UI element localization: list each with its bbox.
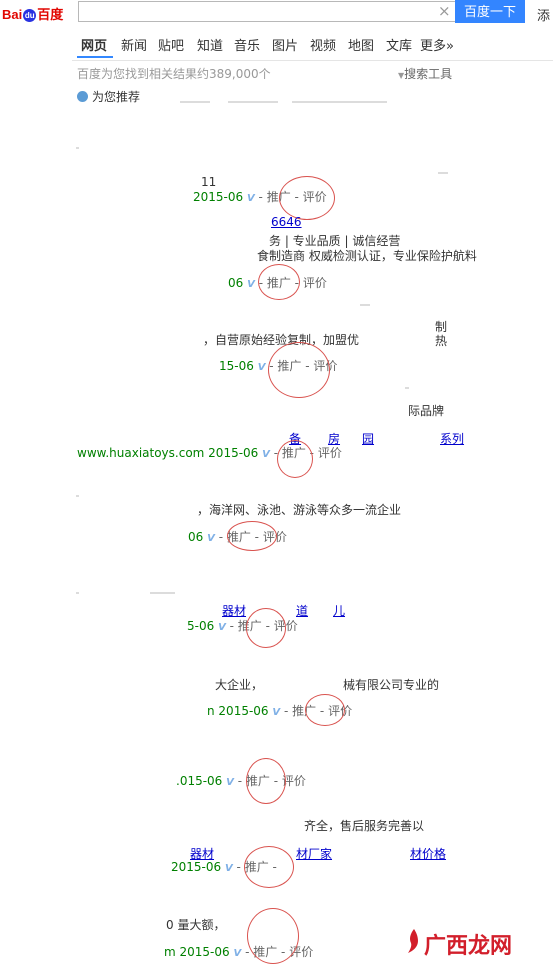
add-link[interactable]: 添 (537, 5, 550, 24)
result-fragment: 械有限公司专业的 (343, 678, 440, 692)
v-badge-icon: V (272, 707, 281, 718)
search-button[interactable]: 百度一下 (455, 0, 525, 23)
tab-music[interactable]: 音乐 (234, 35, 260, 54)
scrap-line (150, 592, 175, 594)
tab-map[interactable]: 地图 (348, 35, 374, 54)
result-date: .015-06 (176, 774, 223, 788)
result-date: 06 (228, 276, 244, 290)
tab-images[interactable]: 图片 (272, 35, 298, 54)
search-tools-label: 搜索工具 (404, 67, 453, 81)
result-fragment: 大企业， (215, 678, 264, 692)
logo-text-baidu: 百度 (37, 7, 64, 22)
tab-web[interactable]: 网页 (81, 35, 107, 54)
result-date: 15-06 (219, 359, 254, 373)
scrap-line (360, 304, 370, 306)
tab-news[interactable]: 新闻 (121, 35, 147, 54)
scrap-line (180, 101, 210, 103)
v-badge-icon: V (226, 777, 234, 788)
highlight-circle (247, 908, 299, 964)
highlight-circle (305, 694, 345, 726)
result-fragment: 0 量大额， (166, 918, 226, 932)
result-date: 2015-06 (193, 190, 244, 204)
tab-video[interactable]: 视频 (310, 35, 336, 54)
scrap-line (76, 147, 79, 149)
v-badge-icon: V (262, 449, 270, 460)
scrap-line (76, 495, 79, 497)
tab-zhidao[interactable]: 知道 (197, 35, 223, 54)
scrap-line (228, 101, 278, 103)
tab-more[interactable]: 更多» (420, 35, 454, 54)
scrap-line (438, 172, 448, 174)
v-badge-icon: V (247, 279, 255, 290)
highlight-circle (246, 758, 286, 804)
logo-text-bai: Bai (2, 7, 23, 22)
result-date: n 2015-06 (207, 704, 269, 718)
v-badge-icon: V (257, 362, 266, 373)
highlight-circle (258, 264, 300, 300)
highlight-circle (268, 342, 330, 398)
tab-tieba[interactable]: 贴吧 (158, 35, 184, 54)
result-fragment: ，海洋网、泳池、游泳等众多一流企业 (197, 503, 402, 517)
clear-icon[interactable]: × (438, 3, 451, 20)
result-date: 06 (188, 530, 204, 544)
baidu-logo[interactable]: Bai du 百度 (2, 4, 63, 23)
result-date: m 2015-06 (164, 945, 230, 959)
scrap-line (292, 101, 387, 103)
highlight-circle (277, 440, 313, 478)
result-meta: .015-06 V - 推广 - 评价 (176, 772, 306, 789)
watermark: 广西龙网 (424, 934, 513, 959)
highlight-circle (227, 521, 277, 551)
result-count: 百度为您找到相关结果约389,000个 (77, 67, 271, 81)
result-fragment: 际品牌 (408, 404, 445, 418)
v-badge-icon: V (218, 622, 226, 633)
result-fragment: 热 (435, 334, 448, 348)
search-input[interactable] (78, 1, 456, 22)
result-fragment: ，自营原始经验复制，加盟优 (203, 333, 360, 347)
v-badge-icon: V (224, 863, 233, 874)
search-tools-button[interactable]: ▼搜索工具 (398, 65, 452, 82)
result-date: 2015-06 (171, 860, 222, 874)
result-url[interactable]: www.huaxiatoys.com 2015-06 (77, 446, 258, 460)
result-link[interactable]: 儿 (333, 602, 345, 619)
recommend-icon (77, 91, 88, 102)
watermark-logo-icon (408, 929, 418, 953)
result-link[interactable]: 6646 (271, 215, 302, 229)
result-date: 5-06 (187, 619, 215, 633)
highlight-circle (279, 176, 335, 220)
result-link[interactable]: 道 (296, 602, 308, 619)
active-tab-indicator (77, 56, 113, 58)
paw-icon: du (23, 9, 37, 23)
scrap-line (405, 387, 409, 389)
result-link[interactable]: 材厂家 (296, 845, 332, 862)
result-link[interactable]: 材价格 (410, 845, 446, 862)
result-fragment: 11 (201, 175, 217, 189)
review-link[interactable]: 评价 (303, 276, 327, 290)
review-link[interactable]: 评价 (318, 446, 342, 460)
v-badge-icon: V (207, 533, 215, 544)
tab-wenku[interactable]: 文库 (386, 35, 412, 54)
highlight-circle (244, 846, 294, 888)
result-link[interactable]: 园 (362, 430, 374, 447)
recommend-section: 为您推荐 (77, 88, 140, 105)
header-divider (72, 60, 553, 61)
scrap-line (76, 592, 79, 594)
v-badge-icon: V (246, 193, 255, 204)
result-fragment: 齐全，售后服务完善以 (304, 819, 425, 833)
recommend-label: 为您推荐 (92, 90, 141, 104)
v-badge-icon: V (233, 948, 242, 959)
result-link[interactable]: 系列 (440, 430, 464, 447)
result-fragment: 食制造商 权威检测认证，专业保险护航料 (257, 249, 477, 263)
highlight-circle (246, 608, 286, 648)
